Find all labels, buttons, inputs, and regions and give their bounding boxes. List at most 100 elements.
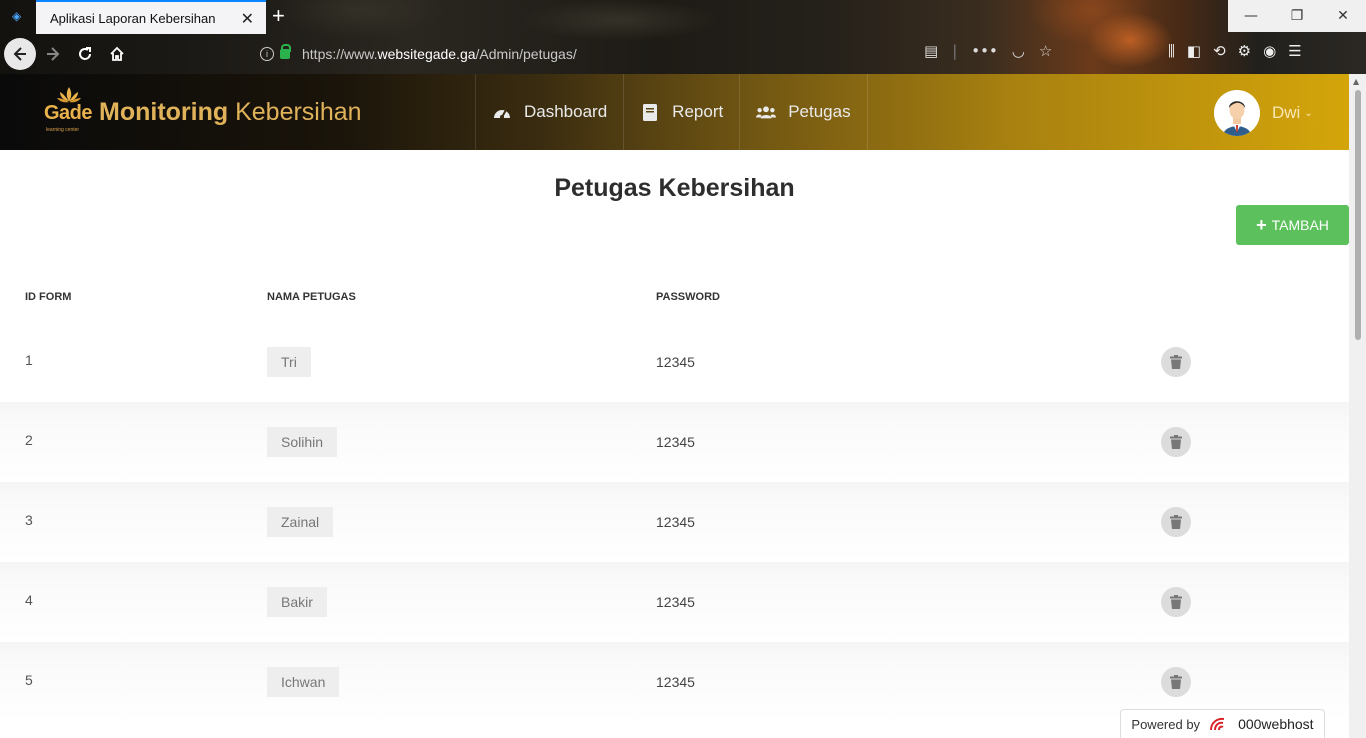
- brand-title-light: Kebersihan: [235, 97, 362, 126]
- cell-password: 12345: [656, 594, 695, 610]
- delete-button[interactable]: [1161, 667, 1191, 697]
- table-row: 3 Zainal 12345: [0, 482, 1349, 562]
- page-title: Petugas Kebersihan: [554, 174, 795, 202]
- table-row: 2 Solihin 12345: [0, 402, 1349, 482]
- dashboard-icon: [492, 103, 512, 121]
- main-nav: Dashboard Report Petugas: [475, 74, 868, 150]
- extension-icon[interactable]: ⚙: [1238, 42, 1251, 60]
- cell-password: 12345: [656, 674, 695, 690]
- table-row: 1 Tri 12345: [0, 322, 1349, 402]
- cell-password: 12345: [656, 434, 695, 450]
- brand[interactable]: Gade learning center Monitoring Kebersih…: [44, 86, 362, 138]
- trash-icon: [1170, 515, 1182, 529]
- cell-id: 2: [25, 432, 33, 448]
- nav-petugas-label: Petugas: [788, 102, 851, 121]
- nav-report-label: Report: [672, 102, 724, 121]
- scroll-up-icon[interactable]: ▲: [1353, 77, 1359, 86]
- delete-button[interactable]: [1161, 347, 1191, 377]
- cell-name: Zainal: [267, 507, 334, 537]
- cell-name: Tri: [267, 347, 311, 377]
- logo: Gade learning center: [44, 86, 96, 138]
- book-icon: [640, 103, 660, 121]
- cell-name: Solihin: [267, 427, 338, 457]
- close-window-icon[interactable]: ✕: [1320, 0, 1366, 32]
- chevron-down-icon: ⌄: [1304, 107, 1313, 119]
- bookmark-star-icon[interactable]: ☆: [1039, 42, 1052, 60]
- toolbar-right: ⫼ ◧ ⟲ ⚙ ◉ ☰: [1168, 42, 1302, 60]
- cell-id: 1: [25, 352, 33, 368]
- nav-dashboard-label: Dashboard: [524, 102, 608, 121]
- home-icon[interactable]: [101, 38, 133, 70]
- nav-dashboard[interactable]: Dashboard: [475, 74, 623, 150]
- table-row: 4 Bakir 12345: [0, 562, 1349, 642]
- browser-tab[interactable]: Aplikasi Laporan Kebersihan ✕: [36, 0, 266, 34]
- sync-icon[interactable]: ⟲: [1213, 42, 1226, 60]
- new-tab-icon[interactable]: +: [272, 3, 285, 29]
- trash-icon: [1170, 595, 1182, 609]
- cell-password: 12345: [656, 514, 695, 530]
- brand-title: Monitoring Kebersihan: [99, 98, 362, 127]
- logo-subtext: learning center: [46, 127, 80, 133]
- url-host: websitegade.ga: [377, 46, 476, 62]
- more-actions-icon[interactable]: •••: [971, 42, 998, 60]
- cell-name: Ichwan: [267, 667, 340, 697]
- account-icon[interactable]: ◉: [1263, 42, 1276, 60]
- table-body: 1 Tri 12345 2 Solihin 12345 3 Zainal 123…: [0, 322, 1349, 722]
- webhost-logo-icon: [1210, 717, 1225, 731]
- trash-icon: [1170, 435, 1182, 449]
- column-header-password: PASSWORD: [656, 291, 720, 303]
- scrollbar-thumb[interactable]: [1355, 90, 1361, 340]
- user-menu[interactable]: Dwi ⌄: [1214, 90, 1313, 136]
- library-icon[interactable]: ⫼: [1168, 42, 1175, 60]
- lock-icon: [280, 44, 291, 59]
- url-prefix: https://www.: [302, 46, 378, 62]
- cell-id: 5: [25, 672, 33, 688]
- divider: |: [952, 42, 958, 60]
- minimize-icon[interactable]: —: [1228, 0, 1274, 32]
- forward-icon[interactable]: [37, 38, 69, 70]
- avatar: [1214, 90, 1260, 136]
- table-header: ID FORM NAMA PETUGAS PASSWORD: [0, 291, 1349, 305]
- host-name: 000webhost: [1238, 716, 1314, 732]
- nav-petugas[interactable]: Petugas: [739, 74, 868, 150]
- users-icon: [756, 103, 777, 121]
- column-header-id: ID FORM: [25, 291, 72, 303]
- browser-chrome: ◈ Aplikasi Laporan Kebersihan ✕ + — ❐ ✕ …: [0, 0, 1366, 74]
- cell-password: 12345: [656, 354, 695, 370]
- delete-button[interactable]: [1161, 427, 1191, 457]
- nav-report[interactable]: Report: [623, 74, 739, 150]
- cell-name: Bakir: [267, 587, 327, 617]
- tab-close-icon[interactable]: ✕: [241, 9, 254, 29]
- user-name: Dwi: [1272, 103, 1301, 122]
- info-icon[interactable]: i: [260, 47, 274, 61]
- cell-id: 3: [25, 512, 33, 528]
- menu-icon[interactable]: ☰: [1288, 42, 1301, 60]
- cell-id: 4: [25, 592, 33, 608]
- tab-title: Aplikasi Laporan Kebersihan: [50, 10, 216, 26]
- add-button-label: TAMBAH: [1271, 217, 1329, 233]
- plus-icon: +: [1256, 215, 1267, 235]
- firefox-view-icon[interactable]: ◈: [12, 9, 21, 23]
- page-scrollbar[interactable]: ▲: [1349, 74, 1366, 738]
- reload-icon[interactable]: [69, 38, 101, 70]
- site-header: Gade learning center Monitoring Kebersih…: [0, 74, 1349, 150]
- page-actions: ▤ | ••• ◡ ☆: [924, 42, 1052, 60]
- powered-by-badge[interactable]: Powered by 000webhost: [1120, 709, 1325, 738]
- url-path: /Admin/petugas/: [475, 46, 577, 62]
- reader-view-icon[interactable]: ▤: [924, 42, 938, 60]
- delete-button[interactable]: [1161, 587, 1191, 617]
- column-header-name: NAMA PETUGAS: [267, 291, 356, 303]
- sidebar-icon[interactable]: ◧: [1187, 42, 1201, 60]
- trash-icon: [1170, 675, 1182, 689]
- delete-button[interactable]: [1161, 507, 1191, 537]
- restore-icon[interactable]: ❐: [1274, 0, 1320, 32]
- logo-text: Gade: [44, 102, 93, 124]
- add-button[interactable]: + TAMBAH: [1236, 205, 1349, 245]
- powered-label: Powered by: [1131, 716, 1201, 732]
- pocket-icon[interactable]: ◡: [1012, 42, 1025, 60]
- back-icon[interactable]: [4, 38, 36, 70]
- window-controls: — ❐ ✕: [1228, 0, 1366, 32]
- trash-icon: [1170, 355, 1182, 369]
- navigation-toolbar: i https://www. websitegade.ga/Admin/petug…: [0, 34, 1366, 74]
- brand-title-bold: Monitoring: [99, 97, 229, 126]
